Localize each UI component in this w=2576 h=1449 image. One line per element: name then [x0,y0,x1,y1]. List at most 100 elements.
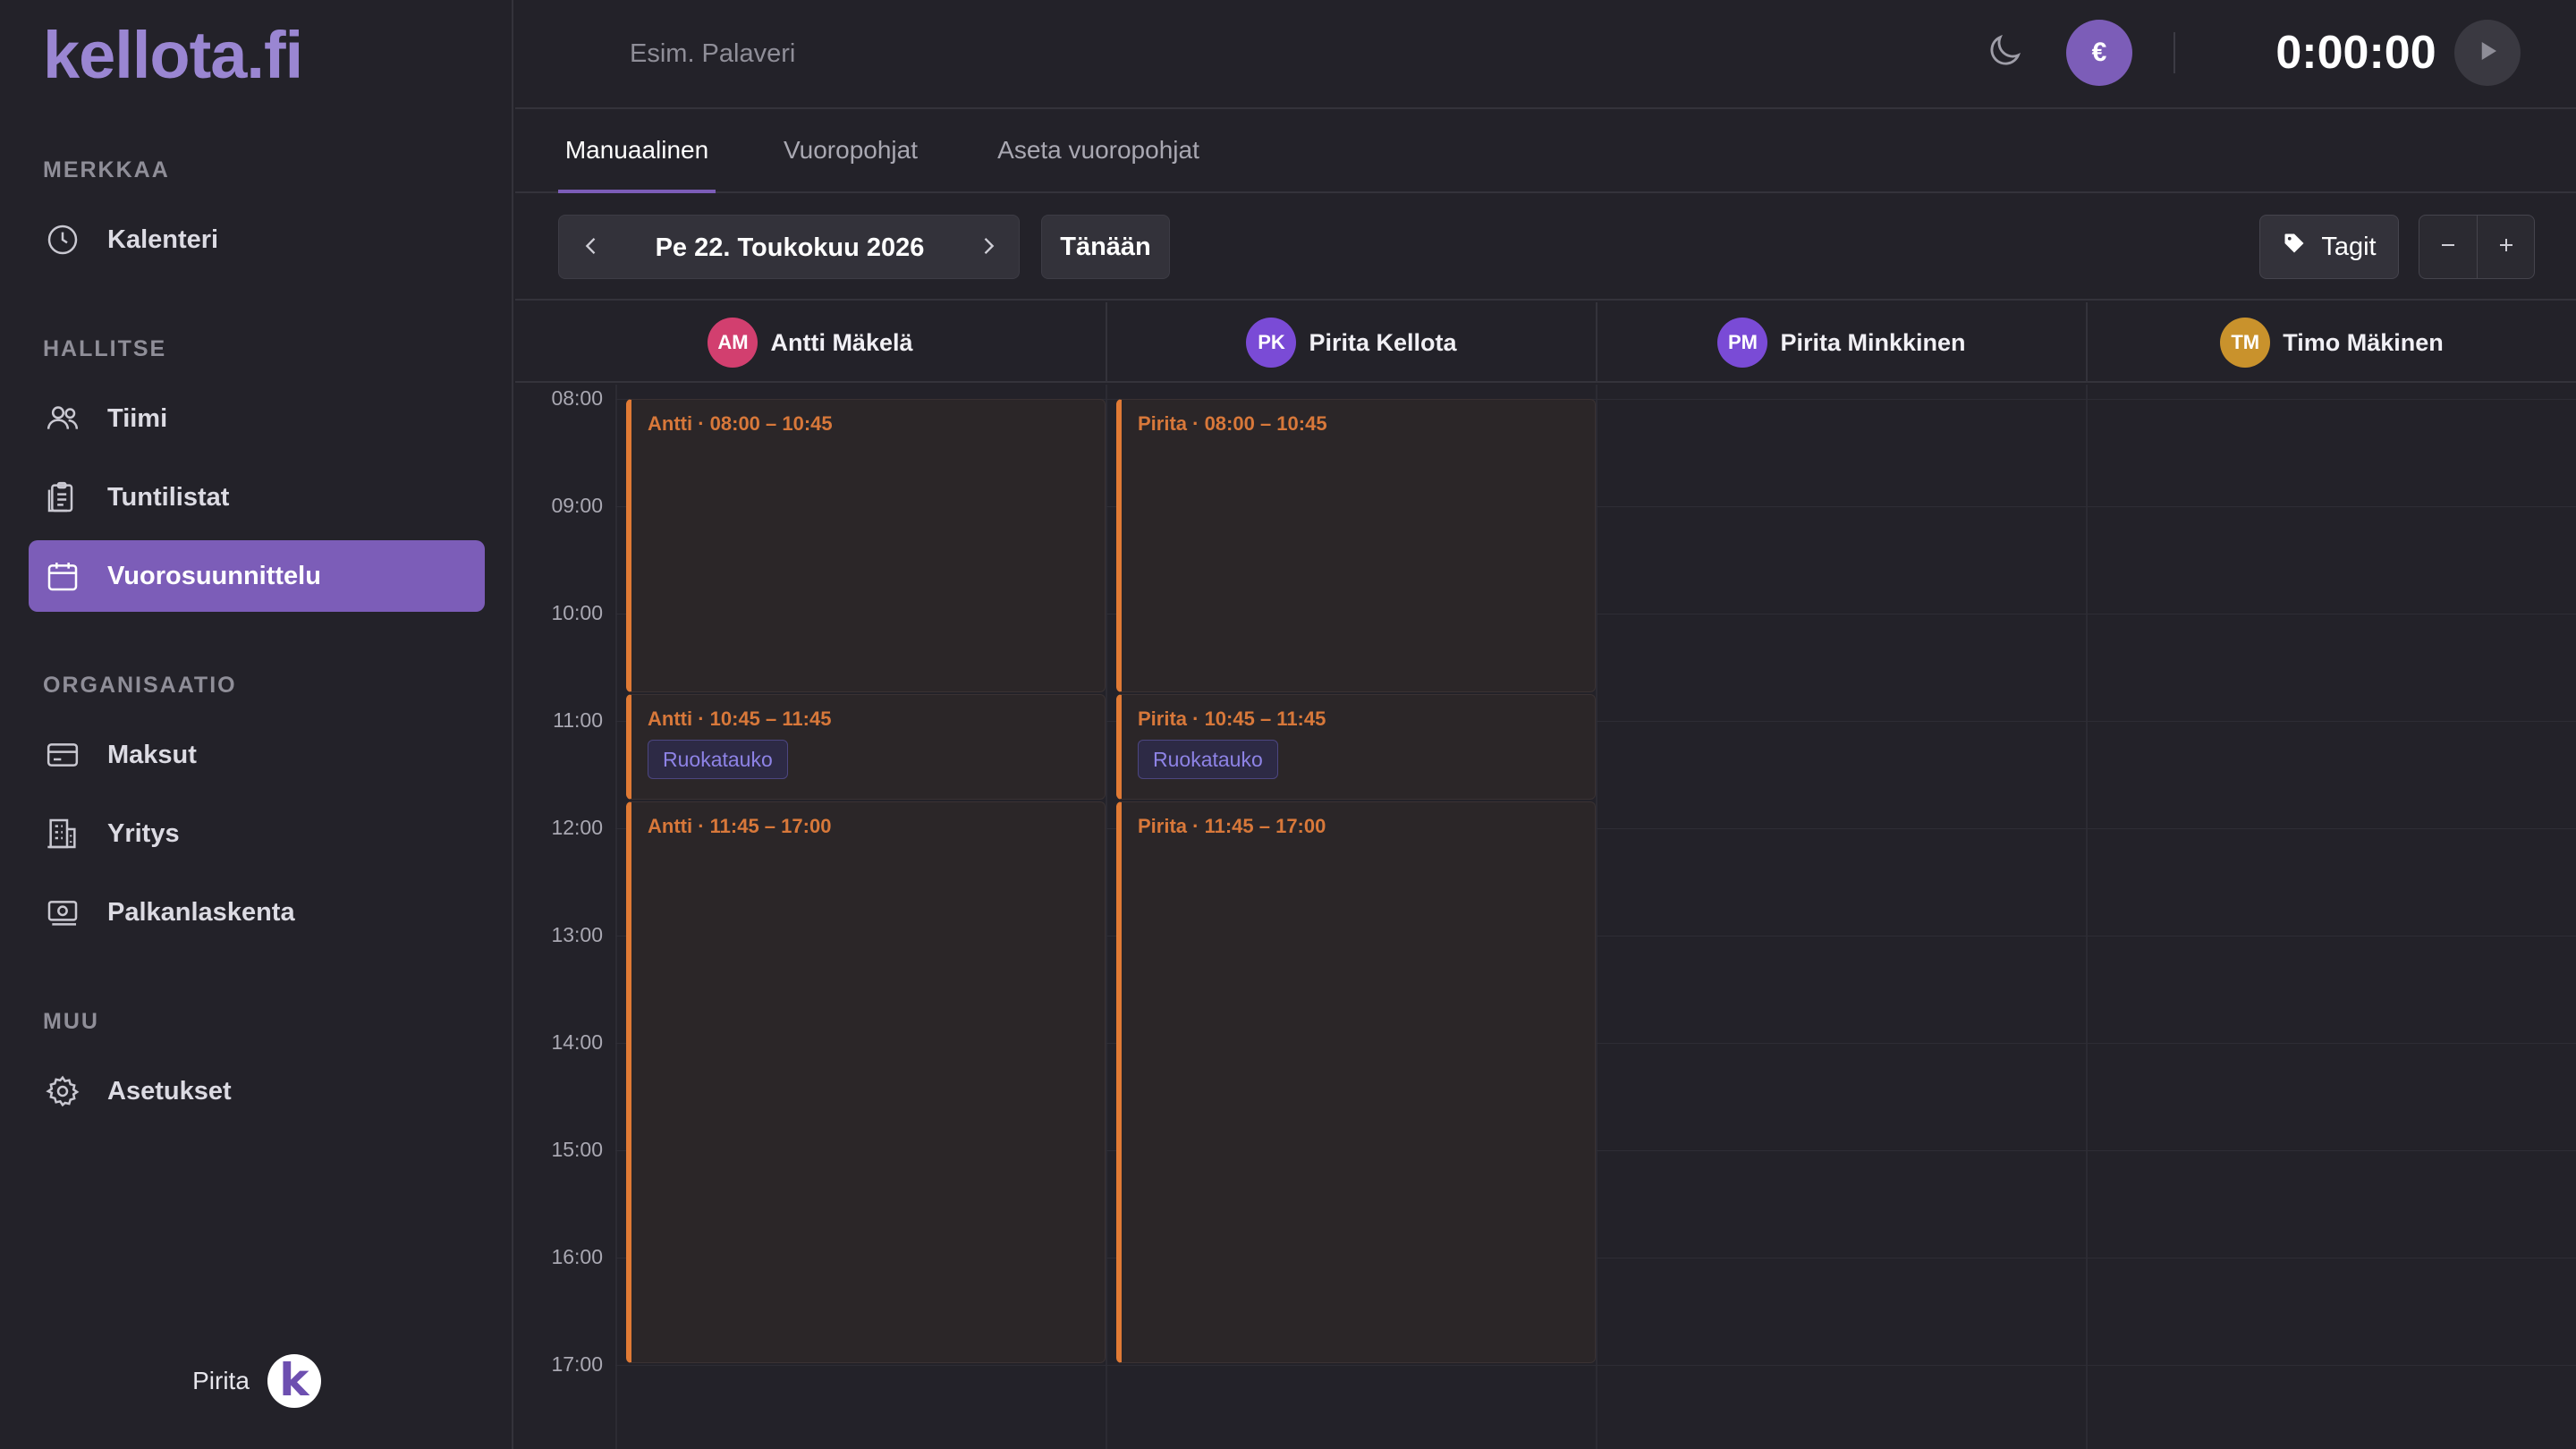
dark-mode-toggle[interactable] [1979,28,2029,78]
avatar: AM [708,318,758,368]
sidebar-item-label: Maksut [107,740,197,769]
chevron-right-icon [976,233,1001,263]
avatar: PK [1246,318,1297,368]
divider [2174,32,2175,73]
time-label: 15:00 [551,1138,603,1161]
schedule-grid[interactable]: 08:00 09:00 10:00 11:00 12:00 13:00 14:00 15:00… [515,385,2576,1449]
shift-title: Pirita · 10:45 – 11:45 [1138,708,1326,730]
employee-column-header[interactable]: AM Antti Mäkelä [515,302,1106,383]
building-icon [45,816,80,852]
tab-vuoropohjat[interactable]: Vuoropohjat [775,111,927,193]
employee-column-header[interactable]: TM Timo Mäkinen [2086,302,2576,383]
previous-day-button[interactable] [559,216,623,280]
time-label: 08:00 [551,386,603,410]
sidebar-item-label: Tiimi [107,403,168,433]
today-button[interactable]: Tänään [1041,215,1170,279]
shift-title: Pirita · 08:00 – 10:45 [1138,412,1327,435]
shift-title: Antti · 10:45 – 11:45 [648,708,832,730]
clipboard-icon [45,479,80,515]
gear-icon [45,1073,80,1109]
shift-block[interactable]: Antti · 08:00 – 10:45 [626,399,1106,692]
current-date[interactable]: Pe 22. Toukokuu 2026 [623,216,956,280]
sidebar-item-label: Palkanlaskenta [107,897,295,927]
sidebar-item-tiimi[interactable]: Tiimi [29,383,485,454]
column-divider [615,385,617,1449]
sidebar-item-label: Asetukset [107,1076,232,1106]
employee-column-header[interactable]: PK Pirita Kellota [1106,302,1596,383]
sidebar-item-vuorosuunnittelu[interactable]: Vuorosuunnittelu [29,540,485,612]
shift-tag[interactable]: Ruokatauko [1138,740,1278,779]
employee-name: Timo Mäkinen [2283,328,2444,356]
section-label-organisaatio: ORGANISAATIO [43,673,237,698]
credit-card-icon [45,737,80,773]
section-label-muu: MUU [43,1009,99,1034]
chevron-left-icon [579,233,604,263]
shift-block[interactable]: Pirita · 08:00 – 10:45 [1116,399,1596,692]
zoom-out-button[interactable] [2419,216,2477,278]
time-label: 11:00 [553,708,603,732]
users-icon [45,401,80,436]
avatar: TM [2220,318,2271,368]
sidebar-item-label: Vuorosuunnittelu [107,561,321,590]
sidebar-item-tuntilistat[interactable]: Tuntilistat [29,462,485,533]
app-logo[interactable]: kellota.fi [43,18,303,93]
time-label: 16:00 [551,1245,603,1268]
calendar-icon [45,558,80,594]
time-label: 12:00 [551,816,603,839]
column-divider [1106,385,1107,1449]
shift-title: Antti · 11:45 – 17:00 [648,815,832,837]
hour-gridline [615,1365,2576,1366]
moon-icon [1984,30,2025,76]
avatar[interactable]: k [267,1354,321,1408]
employee-column-header[interactable]: PM Pirita Minkkinen [1596,302,2086,383]
sidebar: kellota.fi MERKKAA Kalenteri HALLITSE Ti… [0,0,513,1449]
sidebar-item-kalenteri[interactable]: Kalenteri [29,204,485,275]
plus-icon [2496,234,2517,260]
shift-block[interactable]: Pirita · 11:45 – 17:00 [1116,801,1596,1363]
sidebar-item-yritys[interactable]: Yritys [29,798,485,869]
employee-name: Antti Mäkelä [770,328,913,356]
tab-bar: Manuaalinen Vuoropohjat Aseta vuoropohja… [515,111,2576,193]
shift-title: Antti · 08:00 – 10:45 [648,412,833,435]
top-bar: € 0:00:00 [515,0,2576,109]
tab-aseta-vuoropohjat[interactable]: Aseta vuoropohjat [987,111,1209,193]
sidebar-item-label: Yritys [107,818,180,848]
time-label: 13:00 [551,923,603,946]
zoom-in-button[interactable] [2477,216,2534,278]
sidebar-item-asetukset[interactable]: Asetukset [29,1055,485,1127]
tags-label: Tagit [2321,232,2377,261]
description-input[interactable] [630,30,1435,77]
shift-block[interactable]: Pirita · 10:45 – 11:45 Ruokatauko [1116,694,1596,800]
start-timer-button[interactable] [2454,20,2521,86]
zoom-controls [2419,215,2535,279]
shift-title: Pirita · 11:45 – 17:00 [1138,815,1326,837]
sidebar-item-label: Tuntilistat [107,482,230,512]
date-navigator: Pe 22. Toukokuu 2026 [558,215,1020,279]
sidebar-item-label: Kalenteri [107,225,219,254]
banknote-icon [45,894,80,930]
calendar-toolbar: Pe 22. Toukokuu 2026 Tänään Tagit [515,195,2576,301]
tags-button[interactable]: Tagit [2259,215,2399,279]
time-label: 14:00 [551,1030,603,1054]
shift-block[interactable]: Antti · 11:45 – 17:00 [626,801,1106,1363]
time-label: 17:00 [551,1352,603,1376]
minus-icon [2437,234,2459,260]
play-icon [2474,38,2501,69]
euro-button[interactable]: € [2066,20,2132,86]
employee-name: Pirita Minkkinen [1780,328,1966,356]
sidebar-item-palkanlaskenta[interactable]: Palkanlaskenta [29,877,485,948]
avatar: PM [1717,318,1768,368]
tag-icon [2282,231,2307,263]
next-day-button[interactable] [956,216,1021,280]
user-profile[interactable]: Pirita k [0,1352,513,1410]
shift-tag[interactable]: Ruokatauko [648,740,788,779]
tab-manuaalinen[interactable]: Manuaalinen [558,111,716,193]
sidebar-item-maksut[interactable]: Maksut [29,719,485,791]
employee-header: AM Antti Mäkelä PK Pirita Kellota PM Pir… [515,302,2576,383]
timer-display: 0:00:00 [2275,27,2436,79]
employee-name: Pirita Kellota [1309,328,1457,356]
section-label-merkkaa: MERKKAA [43,157,170,182]
section-label-hallitse: HALLITSE [43,336,167,361]
shift-block[interactable]: Antti · 10:45 – 11:45 Ruokatauko [626,694,1106,800]
time-label: 10:00 [551,601,603,624]
